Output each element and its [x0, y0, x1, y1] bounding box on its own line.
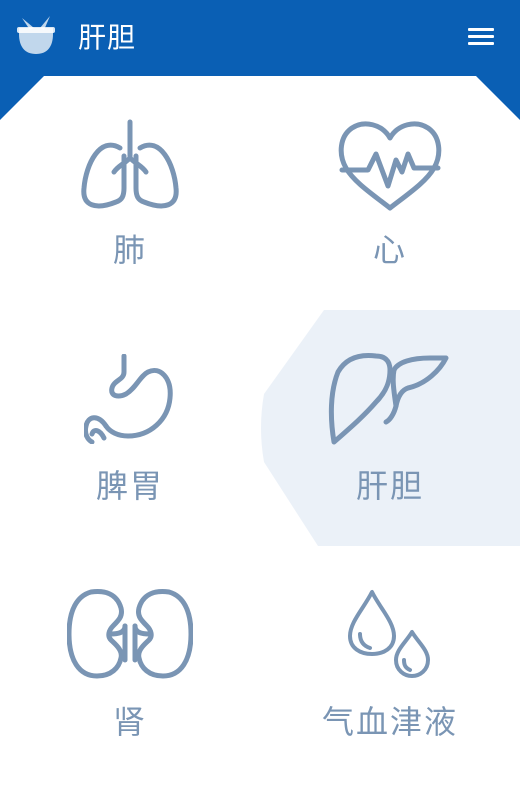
drops-icon: [348, 590, 430, 678]
lungs-icon: [81, 119, 179, 209]
stomach-icon: [84, 354, 173, 444]
mortar-logo-icon: [17, 16, 55, 54]
heart-pulse-icon: [338, 121, 442, 211]
organ-label: 心: [372, 231, 407, 269]
hamburger-menu-icon[interactable]: [462, 22, 500, 52]
organ-item-kidneys[interactable]: 肾: [0, 568, 260, 804]
organ-label: 脾胃: [95, 467, 164, 505]
liver-icon: [328, 353, 449, 445]
organ-label: 肾: [112, 703, 147, 741]
kidneys-icon: [67, 589, 193, 679]
page-title: 肝胆: [78, 21, 137, 54]
organ-item-heart[interactable]: 心: [260, 96, 520, 332]
organ-item-liver[interactable]: 肝胆: [260, 332, 520, 568]
organ-item-stomach[interactable]: 脾胃: [0, 332, 260, 568]
organ-label: 肝胆: [355, 467, 424, 505]
organ-label: 肺: [112, 231, 147, 269]
organ-item-lungs[interactable]: 肺: [0, 96, 260, 332]
organ-label: 气血津液: [321, 703, 458, 741]
organ-item-qi-blood-fluids[interactable]: 气血津液: [260, 568, 520, 804]
